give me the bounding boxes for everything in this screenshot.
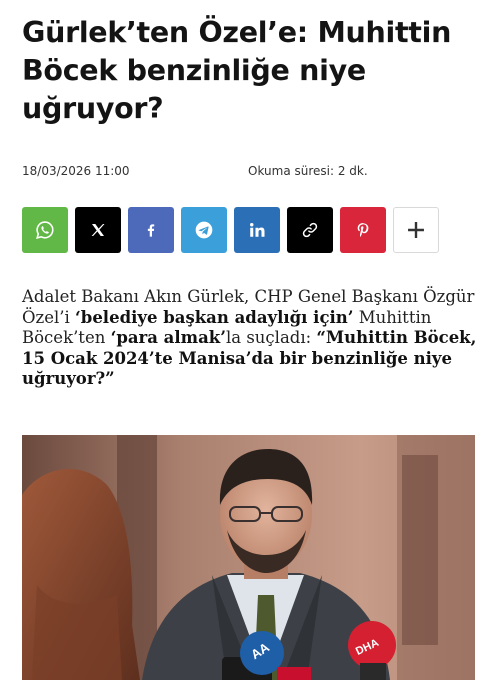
whatsapp-icon [35,220,55,240]
pinterest-icon [356,222,370,238]
x-icon [90,222,106,238]
lead-text-3: la suçladı: [225,328,317,347]
facebook-icon [143,222,159,238]
share-facebook-button[interactable] [128,207,174,253]
share-pinterest-button[interactable] [340,207,386,253]
lead-highlight-1: ‘belediye başkan adaylığı için’ [75,307,354,327]
share-linkedin-button[interactable] [234,207,280,253]
article-title: Gürlek’ten Özel’e: Muhittin Böcek benzin… [22,16,452,125]
share-x-button[interactable] [75,207,121,253]
reading-time: Okuma süresi: 2 dk. [248,164,368,178]
share-bar [22,207,439,253]
share-telegram-button[interactable] [181,207,227,253]
article-photo: AA DHA [22,435,475,680]
publish-date: 18/03/2026 11:00 [22,164,130,178]
linkedin-icon [248,221,266,239]
more-share-button[interactable] [393,207,439,253]
share-whatsapp-button[interactable] [22,207,68,253]
lead-highlight-2: ‘para almak’ [110,328,226,347]
photo-illustration: AA DHA [22,435,475,680]
article-lead: Adalet Bakanı Akın Gürlek, CHP Genel Baş… [22,287,482,390]
plus-icon [407,221,425,239]
telegram-icon [194,220,214,240]
copy-link-button[interactable] [287,207,333,253]
link-icon [301,221,319,239]
